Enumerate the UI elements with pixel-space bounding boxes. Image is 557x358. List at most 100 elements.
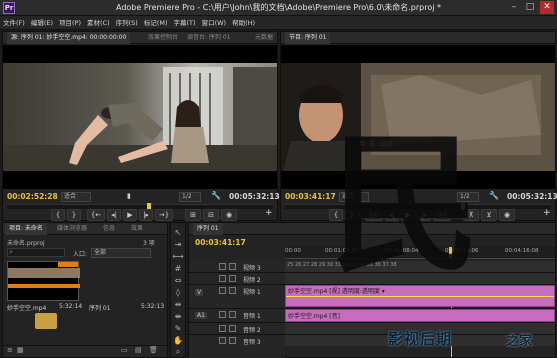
new-bin-icon[interactable]: ▭ bbox=[121, 346, 128, 354]
project-tabs: 项目: 未命名 媒体浏览器 信息 效果 bbox=[3, 223, 167, 235]
selection-tool-icon[interactable]: ↖ bbox=[172, 227, 184, 238]
rate-stretch-icon[interactable]: ⇔ bbox=[172, 275, 184, 286]
minimize-button[interactable]: – bbox=[507, 1, 521, 14]
audio-clip-label: 妙手空空.mp4 [音] bbox=[288, 313, 340, 320]
go-to-in-button[interactable]: {← bbox=[87, 209, 105, 221]
track-video3-lane[interactable]: 25 26 27 28 29 30 31 32 33 34 35 36 37 3… bbox=[285, 261, 555, 272]
tab-effect-controls[interactable]: 效果控制台 bbox=[144, 32, 182, 44]
video-clip[interactable]: 妙手空空.mp4 [视] 透明度:透明度 ▾ bbox=[285, 285, 555, 307]
audio-clip[interactable]: 妙手空空.mp4 [音] bbox=[285, 309, 555, 322]
menu-marker[interactable]: 标记(M) bbox=[141, 16, 171, 30]
menu-project[interactable]: 项目(P) bbox=[56, 16, 84, 30]
menu-clip[interactable]: 素材(C) bbox=[84, 16, 113, 30]
hand-icon[interactable]: ✋ bbox=[172, 335, 184, 346]
lock-icon[interactable] bbox=[229, 325, 236, 332]
slip-icon[interactable]: ⇹ bbox=[172, 299, 184, 310]
program-fit-dropdown[interactable]: 适合 bbox=[339, 192, 369, 202]
eye-icon[interactable] bbox=[219, 263, 226, 270]
program-step-forward-button[interactable]: |▸ bbox=[417, 209, 431, 221]
trash-icon[interactable]: 🗑 bbox=[149, 346, 158, 354]
go-to-out-button[interactable]: →} bbox=[155, 209, 173, 221]
tab-media-browser[interactable]: 媒体浏览器 bbox=[53, 223, 91, 235]
source-video-frame[interactable] bbox=[3, 45, 277, 189]
program-video-frame[interactable]: 年·多 ·场梦 bbox=[281, 45, 555, 189]
source-ratio-dropdown[interactable]: 1/2 bbox=[179, 192, 201, 202]
lock-icon[interactable] bbox=[229, 311, 236, 318]
program-add-button-icon[interactable]: + bbox=[543, 208, 551, 218]
lift-button[interactable]: ⊼ bbox=[463, 209, 479, 221]
program-ratio-dropdown[interactable]: 1/2 bbox=[457, 192, 479, 202]
step-back-button[interactable]: ◂| bbox=[107, 209, 121, 221]
menu-edit[interactable]: 编辑(E) bbox=[28, 16, 56, 30]
project-item-video-name: 妙手空空.mp4 bbox=[7, 305, 47, 312]
program-step-back-button[interactable]: ◂| bbox=[385, 209, 399, 221]
razor-icon[interactable]: ◊ bbox=[172, 287, 184, 298]
tab-info[interactable]: 信息 bbox=[99, 223, 119, 235]
new-item-icon[interactable]: ▤ bbox=[135, 346, 142, 354]
step-forward-button[interactable]: |▸ bbox=[139, 209, 153, 221]
tab-program[interactable]: 节目: 序列 01 bbox=[285, 32, 331, 44]
slide-icon[interactable]: ⇼ bbox=[172, 311, 184, 322]
tab-audio-mixer[interactable]: 调音台: 序列 01 bbox=[183, 32, 234, 44]
program-play-button[interactable]: ▶ bbox=[401, 209, 415, 221]
timeline-current-timecode[interactable]: 00:03:41:17 bbox=[195, 238, 246, 247]
track-video2-lane[interactable] bbox=[285, 273, 555, 284]
timeline-ruler[interactable]: 00:00 00:01:04:02 00:02:08:04 00:03:12:0… bbox=[285, 247, 555, 259]
speaker-icon[interactable] bbox=[219, 325, 226, 332]
source-fit-dropdown[interactable]: 适合 bbox=[61, 192, 91, 202]
wrench-icon[interactable]: 🔧 bbox=[211, 191, 221, 200]
program-mark-in-button[interactable]: { bbox=[329, 209, 343, 221]
menu-help[interactable]: 帮助(H) bbox=[229, 16, 258, 30]
source-patch-audio[interactable]: A1 bbox=[195, 312, 207, 319]
play-button[interactable]: ▶ bbox=[123, 209, 137, 221]
list-view-icon[interactable]: ≡ bbox=[7, 346, 13, 354]
in-filter-dropdown[interactable]: 全部 bbox=[91, 248, 151, 258]
menu-window[interactable]: 窗口(W) bbox=[199, 16, 230, 30]
program-export-frame-button[interactable]: ◉ bbox=[499, 209, 515, 221]
lock-icon[interactable] bbox=[229, 275, 236, 282]
export-frame-button[interactable]: ◉ bbox=[221, 209, 237, 221]
overwrite-button[interactable]: ⊟ bbox=[203, 209, 219, 221]
lock-icon[interactable] bbox=[229, 337, 236, 344]
tab-source[interactable]: 源: 序列 01: 妙手空空.mp4: 00:00:00:00 bbox=[7, 32, 131, 44]
bin-folder-icon[interactable] bbox=[35, 313, 57, 329]
menu-sequence[interactable]: 序列(S) bbox=[113, 16, 141, 30]
mark-in-button[interactable]: { bbox=[51, 209, 65, 221]
menu-title[interactable]: 字幕(T) bbox=[171, 16, 199, 30]
zoom-icon[interactable]: ⌕ bbox=[172, 346, 184, 357]
program-wrench-icon[interactable]: 🔧 bbox=[489, 191, 499, 200]
lock-icon[interactable] bbox=[229, 287, 236, 294]
add-button-icon[interactable]: + bbox=[265, 208, 273, 218]
eye-icon[interactable] bbox=[219, 275, 226, 282]
program-go-to-in-button[interactable]: {← bbox=[365, 209, 383, 221]
source-patch-video[interactable]: V bbox=[195, 289, 204, 296]
speaker-icon[interactable] bbox=[219, 311, 226, 318]
tab-project[interactable]: 项目: 未命名 bbox=[5, 223, 47, 235]
ripple-edit-icon[interactable]: ⟷ bbox=[172, 251, 184, 262]
mark-out-button[interactable]: } bbox=[67, 209, 81, 221]
close-button[interactable]: ✕ bbox=[540, 1, 554, 14]
pen-icon[interactable]: ✎ bbox=[172, 323, 184, 334]
menu-file[interactable]: 文件(F) bbox=[0, 16, 28, 30]
opacity-rubberband[interactable] bbox=[286, 296, 554, 297]
program-mark-out-button[interactable]: } bbox=[345, 209, 359, 221]
program-current-timecode[interactable]: 00:03:41:17 bbox=[285, 192, 336, 201]
insert-button[interactable]: ⊞ bbox=[185, 209, 201, 221]
maximize-button[interactable]: □ bbox=[523, 1, 537, 14]
icon-view-icon[interactable]: ▦ bbox=[17, 346, 24, 354]
tab-metadata[interactable]: 元数据 bbox=[251, 32, 277, 44]
eye-icon[interactable] bbox=[219, 287, 226, 294]
playhead-marker-icon[interactable]: ▮ bbox=[127, 192, 137, 202]
tab-sequence-01[interactable]: 序列 01 bbox=[193, 223, 223, 235]
track-select-icon[interactable]: ⇥ bbox=[172, 239, 184, 250]
extract-button[interactable]: ⊻ bbox=[481, 209, 497, 221]
timeline-playhead[interactable] bbox=[449, 247, 452, 258]
lock-icon[interactable] bbox=[229, 263, 236, 270]
source-current-timecode[interactable]: 00:02:52:28 bbox=[7, 192, 58, 201]
project-search-input[interactable]: ⌕ bbox=[7, 248, 65, 257]
speaker-icon[interactable] bbox=[219, 337, 226, 344]
program-go-to-out-button[interactable]: →} bbox=[433, 209, 451, 221]
project-item-video[interactable] bbox=[7, 261, 80, 301]
tab-effects[interactable]: 效果 bbox=[127, 223, 147, 235]
rolling-edit-icon[interactable]: # bbox=[172, 263, 184, 274]
